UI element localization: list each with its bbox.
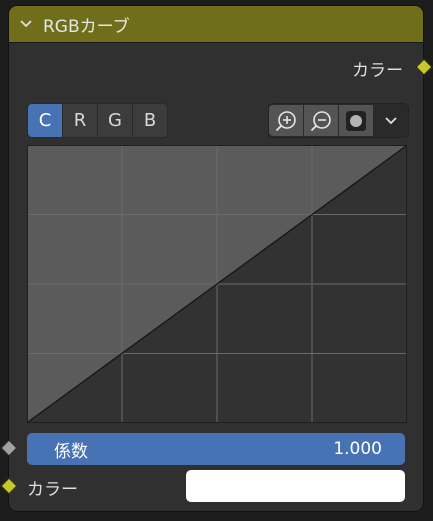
tab-g[interactable]: G <box>98 104 133 137</box>
node-title: RGBカーブ <box>43 16 130 37</box>
curve-tools <box>268 103 409 138</box>
rgb-curves-node[interactable]: RGBカーブ カラー C R G B 係数 1.000 カラー <box>8 5 424 512</box>
input-color-label: カラー <box>27 480 78 500</box>
color-swatch[interactable] <box>186 470 405 502</box>
factor-label: 係数 <box>54 441 88 462</box>
tab-r[interactable]: R <box>63 104 98 137</box>
output-color-label: カラー <box>352 61 403 81</box>
node-header[interactable]: RGBカーブ <box>9 6 423 43</box>
chevron-down-icon[interactable] <box>9 6 43 42</box>
clipping-icon[interactable] <box>339 105 374 136</box>
channel-tabs: C R G B <box>27 103 168 138</box>
factor-value: 1.000 <box>333 439 382 459</box>
factor-slider[interactable]: 係数 1.000 <box>27 433 405 465</box>
chevron-down-icon[interactable] <box>374 105 408 136</box>
tab-c[interactable]: C <box>28 104 63 137</box>
zoom-in-icon[interactable] <box>269 105 304 136</box>
zoom-out-icon[interactable] <box>304 105 339 136</box>
tab-b[interactable]: B <box>133 104 167 137</box>
curve-editor[interactable] <box>27 145 407 423</box>
